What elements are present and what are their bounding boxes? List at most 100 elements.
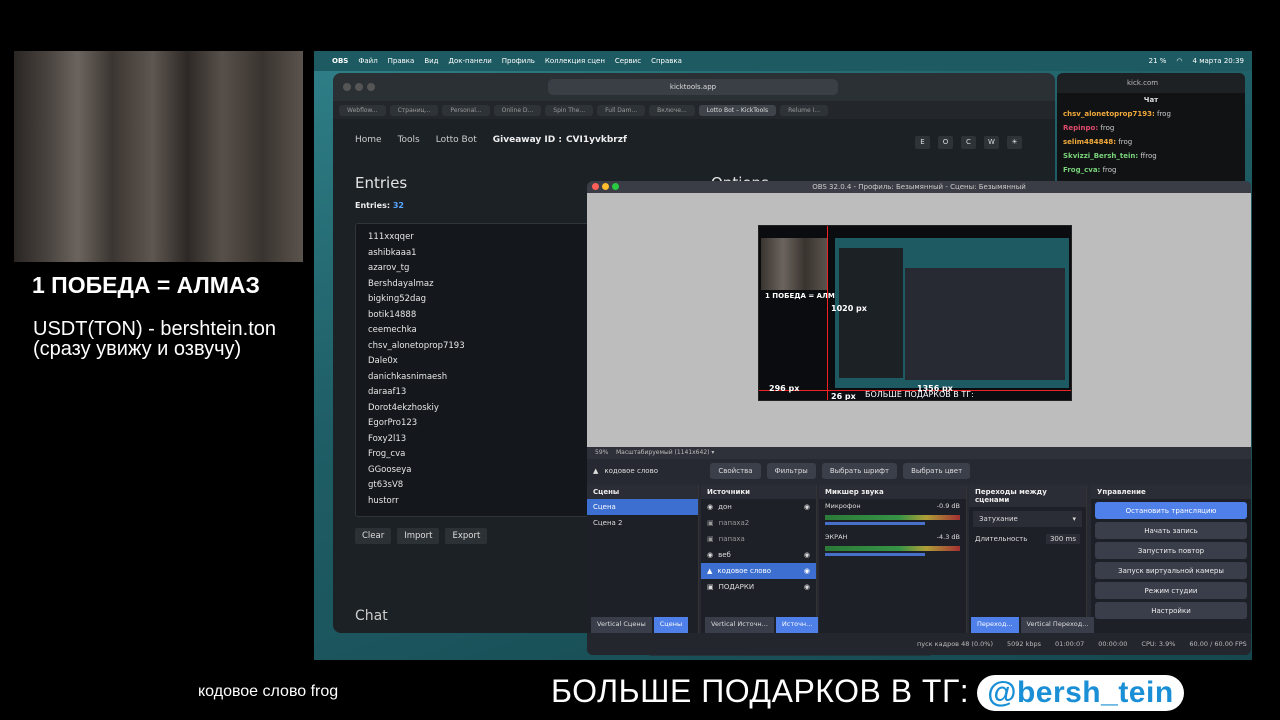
menu-docks[interactable]: Док-панели	[449, 57, 492, 65]
tab-sources[interactable]: Источн...	[775, 617, 819, 633]
source-toolbar: ▲ кодовое слово Свойства Фильтры Выбрать…	[587, 459, 1251, 483]
macos-menubar: OBS Файл Правка Вид Док-панели Профиль К…	[314, 51, 1252, 71]
select-color-button[interactable]: Выбрать цвет	[903, 463, 971, 479]
volume-slider[interactable]	[825, 553, 925, 556]
minimize-window-button[interactable]	[602, 183, 609, 190]
source-item[interactable]: ▣ папаха2	[701, 515, 816, 531]
close-window-button[interactable]	[592, 183, 599, 190]
chat-message: Skvizzi_Bersh_tein: ffrog	[1057, 149, 1245, 163]
chat-username[interactable]: Frog_cva:	[1063, 166, 1100, 174]
channel-name: ЭКРАН	[825, 533, 848, 541]
entry-item: chsv_alonetoprop7193	[368, 340, 465, 351]
entries-list[interactable]: 111xxqqer ashibkaaa1 azarov_tg Bershdaya…	[355, 223, 595, 517]
preview-statusbar: 59% Масштабируемый (1141x642) ▾	[587, 447, 1251, 459]
close-window-button[interactable]	[343, 83, 351, 91]
volume-slider[interactable]	[825, 522, 925, 525]
browser-tab[interactable]: Online D...	[493, 104, 542, 116]
source-label: дон	[718, 503, 732, 511]
minimize-window-button[interactable]	[355, 83, 363, 91]
browser-tab[interactable]: Spin The...	[545, 104, 594, 116]
nav-lotto-bot[interactable]: Lotto Bot	[436, 135, 477, 145]
browser-tab[interactable]: Full Dam...	[597, 104, 646, 116]
virtual-camera-button[interactable]: Запуск виртуальной камеры	[1095, 562, 1247, 579]
entry-item: gt63sV8	[368, 480, 404, 490]
eye-icon[interactable]: ◉	[804, 567, 810, 575]
menu-scene-collection[interactable]: Коллекция сцен	[545, 57, 605, 65]
clear-button[interactable]: Clear	[355, 528, 392, 544]
eye-icon[interactable]: ◉	[804, 503, 810, 511]
tab-scenes[interactable]: Сцены	[653, 617, 689, 633]
overlay-title: 1 ПОБЕДА = АЛМАЗ	[32, 272, 260, 298]
scene-item[interactable]: Сцена 2	[587, 515, 698, 531]
menu-view[interactable]: Вид	[424, 57, 438, 65]
stream-preview[interactable]: 1 ПОБЕДА = АЛМАЗ 1020 px 296 px 1356 px …	[758, 225, 1072, 401]
address-bar[interactable]: kicktools.app	[548, 79, 838, 95]
tab-vertical-scenes[interactable]: Vertical Сцены	[591, 617, 652, 633]
filters-button[interactable]: Фильтры	[766, 463, 816, 479]
menu-app-obs[interactable]: OBS	[332, 57, 348, 65]
clock[interactable]: 4 марта 20:39	[1193, 57, 1244, 65]
stop-streaming-button[interactable]: Остановить трансляцию	[1095, 502, 1247, 519]
audio-mixer-dock: Микшер звука Микрофон -0.9 dB ЭКРАН -4.3 d…	[819, 485, 967, 633]
source-item[interactable]: ▣ папаха	[701, 531, 816, 547]
chat-username[interactable]: Skvizzi_Bersh_tein:	[1063, 152, 1138, 160]
menu-tools[interactable]: Сервис	[615, 57, 641, 65]
start-recording-button[interactable]: Начать запись	[1095, 522, 1247, 539]
browser-tab[interactable]: Personal...	[442, 104, 490, 116]
tab-vertical-sources[interactable]: Vertical Источн...	[705, 617, 774, 633]
tab-vertical-transitions[interactable]: Vertical Переход...	[1020, 617, 1095, 633]
duration-input[interactable]: 300 ms	[1045, 534, 1080, 544]
zoom-level[interactable]: 59%	[595, 449, 608, 456]
browser-tab-active[interactable]: Lotto Bot – KickTools	[698, 104, 777, 116]
browser-tab[interactable]: Relume I...	[780, 104, 829, 116]
theme-toggle-icon[interactable]: ☀	[1007, 136, 1022, 149]
zoom-window-button[interactable]	[367, 83, 375, 91]
settings-button[interactable]: Настройки	[1095, 602, 1247, 619]
menu-profile[interactable]: Профиль	[502, 57, 535, 65]
chat-username[interactable]: Repinpo:	[1063, 124, 1098, 132]
eye-icon[interactable]: ◉	[804, 551, 810, 559]
scale-mode-select[interactable]: Масштабируемый (1141x642)	[616, 449, 710, 456]
entry-item: EgorPro123	[368, 418, 418, 428]
menu-file[interactable]: Файл	[358, 57, 377, 65]
browser-tab[interactable]: Webflow...	[339, 104, 386, 116]
e-button[interactable]: E	[915, 136, 930, 149]
nav-tools[interactable]: Tools	[398, 135, 420, 145]
source-item[interactable]: ◉ дон ◉	[701, 499, 816, 515]
channel-db: -0.9 dB	[936, 502, 960, 510]
source-item[interactable]: ▲ кодовое слово ◉	[701, 563, 816, 579]
nav-home[interactable]: Home	[355, 135, 382, 145]
entry-item: danichkasnimaesh	[368, 371, 448, 382]
chat-username[interactable]: chsv_alonetoprop7193:	[1063, 110, 1155, 118]
entries-heading: Entries	[355, 174, 408, 192]
select-font-button[interactable]: Выбрать шрифт	[821, 463, 898, 479]
tab-transitions[interactable]: Переход...	[971, 617, 1019, 633]
c-button[interactable]: C	[961, 136, 976, 149]
export-button[interactable]: Export	[445, 528, 488, 544]
chat-username[interactable]: selim484848:	[1063, 138, 1116, 146]
wifi-icon[interactable]: ◠	[1176, 57, 1182, 65]
menu-edit[interactable]: Правка	[388, 57, 415, 65]
start-replay-button[interactable]: Запустить повтор	[1095, 542, 1247, 559]
o-button[interactable]: O	[938, 136, 953, 149]
scene-item[interactable]: Сцена	[587, 499, 698, 515]
zoom-window-button[interactable]	[612, 183, 619, 190]
transitions-dock-title: Переходы между сценами	[969, 485, 1086, 507]
menu-help[interactable]: Справка	[651, 57, 682, 65]
duration-label: Длительность	[975, 535, 1028, 543]
source-item[interactable]: ◉ веб ◉	[701, 547, 816, 563]
mixer-channel: Микрофон -0.9 dB	[819, 499, 966, 513]
studio-mode-button[interactable]: Режим студии	[1095, 582, 1247, 599]
battery-percent[interactable]: 21 %	[1149, 57, 1167, 65]
transition-select[interactable]: Затухание ▾	[973, 511, 1082, 527]
source-item[interactable]: ▣ ПОДАРКИ ◉	[701, 579, 816, 595]
import-button[interactable]: Import	[397, 528, 440, 544]
browser-tab[interactable]: Включе...	[649, 104, 695, 116]
properties-button[interactable]: Свойства	[710, 463, 761, 479]
w-button[interactable]: W	[984, 136, 999, 149]
eye-icon[interactable]: ◉	[804, 583, 810, 591]
giveaway-label: Giveaway ID :	[492, 135, 562, 145]
source-label: кодовое слово	[717, 567, 771, 575]
kick-url[interactable]: kick.com	[1057, 73, 1245, 93]
browser-tab[interactable]: Страниц...	[389, 104, 439, 116]
